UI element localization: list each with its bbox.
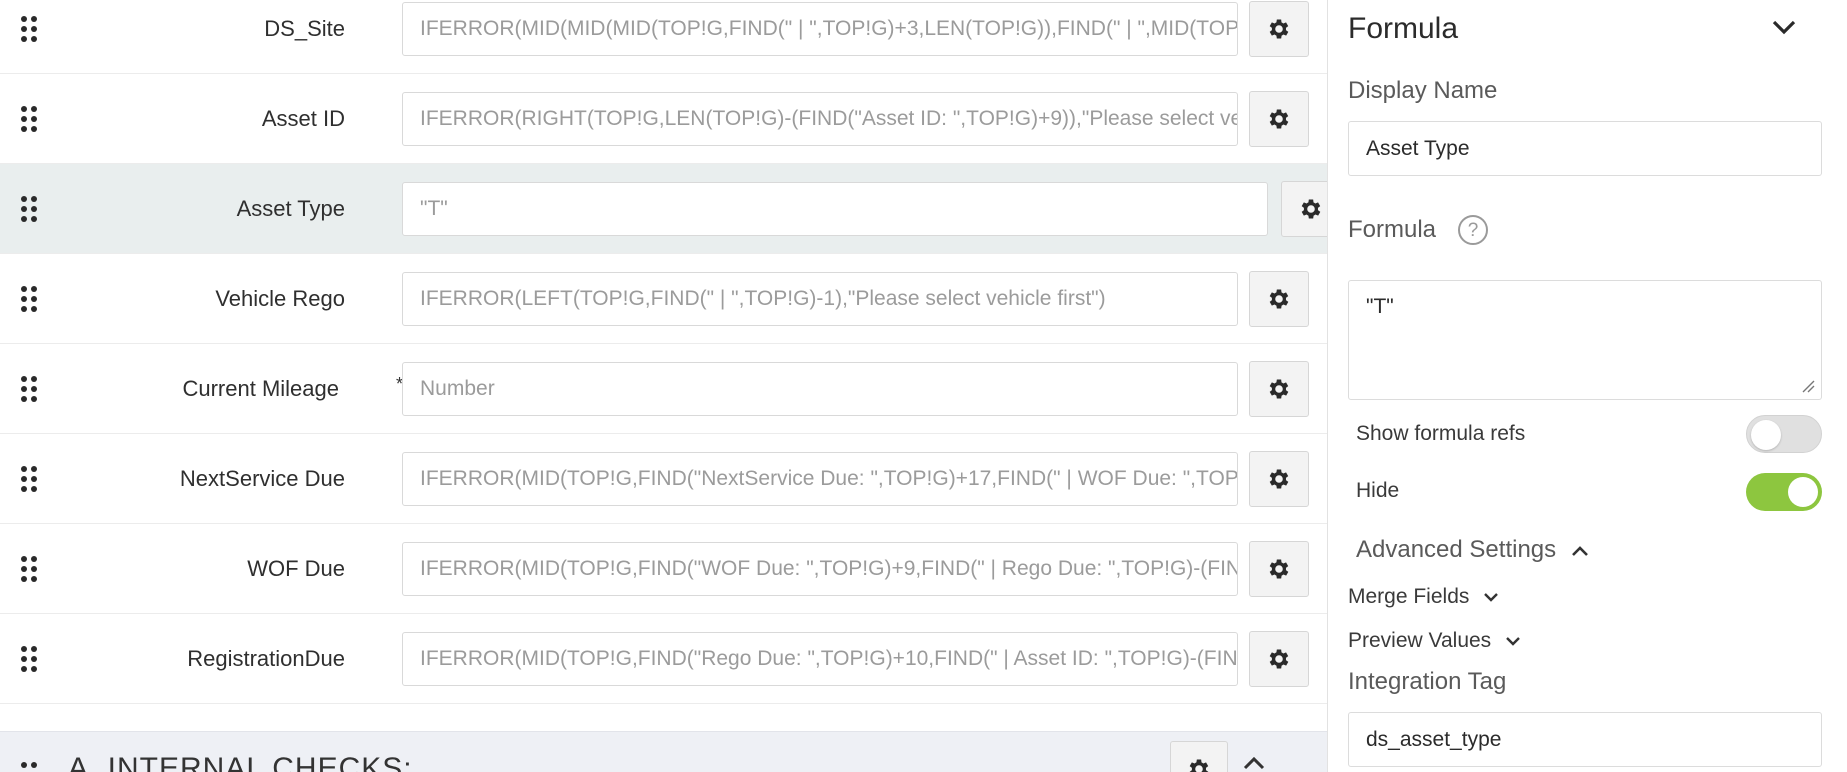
gear-icon (1269, 109, 1289, 129)
field-row[interactable]: Current Mileage * Number (0, 344, 1327, 434)
display-name-input[interactable]: Asset Type (1348, 121, 1822, 176)
field-row[interactable]: Asset ID IFERROR(RIGHT(TOP!G,LEN(TOP!G)-(… (0, 74, 1327, 164)
field-label: RegistrationDue (187, 646, 345, 671)
merge-fields-toggle[interactable]: Merge Fields (1348, 585, 1499, 609)
formula-text: "T" (1366, 295, 1394, 318)
field-settings-button[interactable] (1281, 181, 1327, 237)
chevron-up-icon[interactable] (1243, 756, 1265, 770)
field-value-input[interactable]: IFERROR(MID(TOP!G,FIND("Rego Due: ",TOP!… (402, 632, 1238, 686)
section-settings-button[interactable] (1170, 741, 1228, 772)
drag-handle-icon[interactable] (21, 376, 37, 402)
section-title: A. INTERNAL CHECKS: (68, 752, 413, 772)
field-settings-button[interactable] (1249, 91, 1309, 147)
chevron-up-icon (1571, 545, 1588, 556)
gear-icon (1301, 199, 1321, 219)
gear-icon (1269, 19, 1289, 39)
drag-handle-icon[interactable] (21, 466, 37, 492)
chevron-down-icon (1506, 637, 1520, 646)
help-circle-icon[interactable]: ? (1458, 215, 1488, 245)
preview-values-toggle[interactable]: Preview Values (1348, 629, 1521, 653)
drag-handle-icon[interactable] (21, 286, 37, 312)
field-value-input[interactable]: Number (402, 362, 1238, 416)
show-formula-refs-label: Show formula refs (1356, 422, 1526, 445)
field-row[interactable]: NextService Due IFERROR(MID(TOP!G,FIND("N… (0, 434, 1327, 524)
advanced-settings-label: Advanced Settings (1356, 536, 1557, 563)
advanced-settings-toggle[interactable]: Advanced Settings (1356, 536, 1589, 564)
formula-textarea[interactable]: "T" (1348, 280, 1822, 400)
field-row[interactable]: RegistrationDue IFERROR(MID(TOP!G,FIND("R… (0, 614, 1327, 704)
field-value-input[interactable]: "T" (402, 182, 1268, 236)
drag-handle-icon[interactable] (21, 196, 37, 222)
field-settings-button[interactable] (1249, 541, 1309, 597)
field-row[interactable]: WOF Due IFERROR(MID(TOP!G,FIND("WOF Due: … (0, 524, 1327, 614)
display-name-label: Display Name (1348, 77, 1498, 104)
field-settings-button[interactable] (1249, 271, 1309, 327)
show-formula-refs-toggle[interactable] (1746, 415, 1822, 453)
field-row[interactable]: Vehicle Rego IFERROR(LEFT(TOP!G,FIND(" | … (0, 254, 1327, 344)
field-label: Vehicle Rego (215, 286, 345, 311)
toggle-knob (1788, 477, 1818, 507)
chevron-down-icon (1484, 593, 1499, 602)
gear-icon (1269, 559, 1289, 579)
form-fields-list: DS_Site IFERROR(MID(MID(MID(TOP!G,FIND(" … (0, 0, 1327, 772)
gear-icon (1189, 759, 1209, 772)
field-label: DS_Site (264, 16, 345, 41)
drag-handle-icon[interactable] (21, 556, 37, 582)
hide-label: Hide (1356, 479, 1400, 502)
field-label: WOF Due (247, 556, 345, 581)
drag-handle-icon[interactable] (21, 16, 37, 42)
field-value-input[interactable]: IFERROR(LEFT(TOP!G,FIND(" | ",TOP!G)-1),… (402, 272, 1238, 326)
drag-handle-icon[interactable] (21, 762, 37, 772)
chevron-down-icon[interactable] (1771, 18, 1797, 36)
field-settings-button[interactable] (1249, 451, 1309, 507)
field-label: Asset ID (261, 106, 345, 131)
preview-values-label: Preview Values (1348, 629, 1492, 652)
formula-label: Formula (1348, 216, 1437, 243)
field-row[interactable]: DS_Site IFERROR(MID(MID(MID(TOP!G,FIND(" … (0, 0, 1327, 74)
field-settings-button[interactable] (1249, 631, 1309, 687)
field-row[interactable]: Asset Type "T" (0, 164, 1327, 254)
section-header[interactable]: A. INTERNAL CHECKS: (0, 731, 1327, 772)
integration-tag-input[interactable]: ds_asset_type (1348, 712, 1822, 767)
hide-toggle[interactable] (1746, 473, 1822, 511)
gear-icon (1269, 649, 1289, 669)
drag-handle-icon[interactable] (21, 646, 37, 672)
field-settings-button[interactable] (1249, 1, 1309, 57)
gear-icon (1269, 379, 1289, 399)
field-label: Current Mileage (182, 376, 339, 401)
resize-handle-icon[interactable] (1801, 379, 1815, 393)
gear-icon (1269, 469, 1289, 489)
field-label: NextService Due (179, 466, 345, 491)
field-value-input[interactable]: IFERROR(RIGHT(TOP!G,LEN(TOP!G)-(FIND("As… (402, 92, 1238, 146)
merge-fields-label: Merge Fields (1348, 585, 1470, 608)
panel-title: Formula (1348, 12, 1459, 45)
drag-handle-icon[interactable] (21, 106, 37, 132)
field-settings-button[interactable] (1249, 361, 1309, 417)
integration-tag-label: Integration Tag (1348, 668, 1507, 695)
field-value-input[interactable]: IFERROR(MID(MID(MID(TOP!G,FIND(" | ",TOP… (402, 2, 1238, 56)
field-label: Asset Type (236, 196, 345, 221)
gear-icon (1269, 289, 1289, 309)
toggle-knob (1751, 420, 1781, 450)
formula-settings-panel: Formula Display Name Asset Type Formula … (1327, 0, 1847, 772)
field-value-input[interactable]: IFERROR(MID(TOP!G,FIND("NextService Due:… (402, 452, 1238, 506)
field-value-input[interactable]: IFERROR(MID(TOP!G,FIND("WOF Due: ",TOP!G… (402, 542, 1238, 596)
